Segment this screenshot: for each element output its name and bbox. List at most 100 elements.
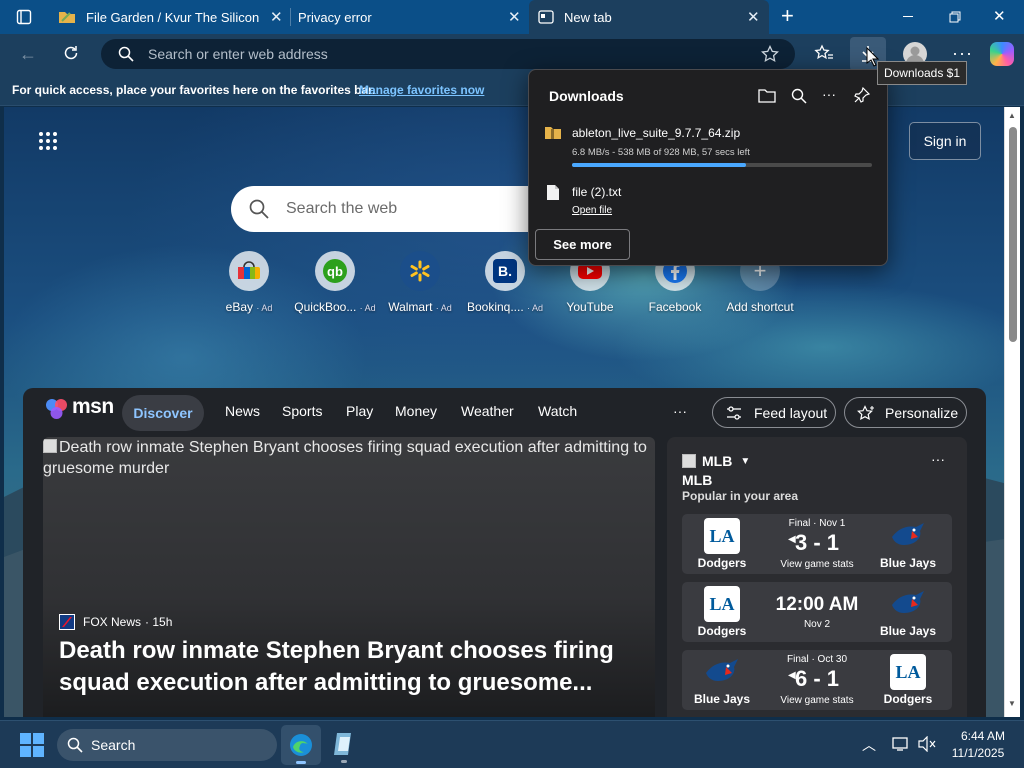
zip-folder-icon [544,125,562,141]
close-icon[interactable]: ✕ [270,8,283,26]
sign-in-button[interactable]: Sign in [909,122,981,160]
page-scrollbar[interactable]: ▲ ▼ [1004,107,1020,717]
nav-watch[interactable]: Watch [538,403,577,419]
downloads-flyout: Downloads ··· ableton_live_suite_9.7.7_6… [528,69,888,266]
nav-news[interactable]: News [225,403,260,419]
search-icon[interactable] [791,88,807,104]
article-image-alt-text: Death row inmate Stephen Bryant chooses … [43,439,647,477]
tab-privacy-error[interactable]: Privacy error ✕ [290,0,528,34]
network-icon[interactable] [892,736,910,752]
right-team: Blue Jays [879,624,937,638]
download-item[interactable]: ableton_live_suite_9.7.7_64.zip 6.8 MB/s… [529,120,887,170]
more-options-icon[interactable]: ··· [931,451,945,467]
manage-favorites-link[interactable]: Manage favorites now [359,83,484,97]
mlb-subtitle: MLB [682,472,713,488]
nav-play[interactable]: Play [346,403,373,419]
tab-actions-icon[interactable] [16,9,32,25]
folder-icon [58,9,76,25]
shortcut-label: YouTube [566,300,614,314]
feed-layout-button[interactable]: Feed layout [712,397,836,428]
mlb-caption: Popular in your area [682,489,799,503]
volume-muted-icon[interactable] [918,736,936,752]
new-tab-button[interactable]: + [781,5,794,27]
tab-title: New tab [564,9,612,25]
nav-money[interactable]: Money [395,403,437,419]
article-source: FOX News [83,615,142,629]
tab-new-tab[interactable]: New tab ✕ [529,0,769,34]
favorites-icon[interactable] [814,44,834,62]
windows-start-icon[interactable] [20,733,44,757]
shortcut-label: QuickBoo... [294,300,357,314]
mlb-title[interactable]: MLB [702,453,732,469]
open-file-link[interactable]: Open file [572,205,612,216]
close-window-button[interactable]: ✕ [993,7,1006,25]
refresh-icon[interactable] [62,44,80,62]
scroll-up-arrow-icon[interactable]: ▲ [1008,111,1016,120]
shortcut-quickbooks[interactable]: qb QuickBoo... · Ad [290,251,380,314]
game-card[interactable]: LA Dodgers 12:00 AM Nov 2 Blue Jays [682,582,952,642]
mlb-header: MLB ▼ [682,453,750,469]
address-input[interactable] [148,39,708,69]
msn-logo-icon[interactable] [44,396,70,422]
mlb-scores-card: MLB ▼ ··· MLB Popular in your area LA Do… [667,437,967,717]
address-bar[interactable] [101,39,795,69]
clock-time[interactable]: 6:44 AM [958,729,1008,743]
back-arrow-icon[interactable]: ← [19,44,37,65]
scroll-down-arrow-icon[interactable]: ▼ [1008,699,1016,708]
download-item[interactable]: file (2).txt Open file [529,180,887,220]
copilot-icon[interactable] [990,42,1014,66]
chevron-up-icon[interactable]: ︿ [862,735,876,755]
close-icon[interactable]: ✕ [508,8,521,26]
more-options-icon[interactable]: ··· [822,86,836,102]
tab-file-garden[interactable]: File Garden / Kvur The Silicon ✕ [50,0,290,34]
restore-button[interactable] [949,11,961,23]
edge-taskbar-icon[interactable] [281,725,321,765]
feed-layout-label: Feed layout [754,404,828,421]
nav-discover[interactable]: Discover [122,395,204,431]
text-file-icon [546,184,560,201]
personalize-button[interactable]: Personalize [844,397,967,428]
folder-icon[interactable] [758,88,776,104]
web-search-placeholder: Search the web [286,200,398,217]
article-headline[interactable]: Death row inmate Stephen Bryant chooses … [59,635,629,699]
favorite-star-icon[interactable] [761,45,779,63]
app-taskbar-icon[interactable] [332,731,356,763]
clock-date[interactable]: 11/1/2025 [946,746,1010,760]
sparkle-star-icon [857,404,875,421]
pin-icon[interactable] [854,87,870,103]
see-more-button[interactable]: See more [535,229,630,260]
shortcut-label: eBay [225,300,253,314]
favorites-bar-message: For quick access, place your favorites h… [12,83,376,97]
msn-brand: msn [72,395,114,418]
tab-title: Privacy error [298,9,372,25]
shortcut-label: Walmart [388,300,433,314]
shortcut-walmart[interactable]: Walmart · Ad [375,251,465,314]
taskbar-search-box[interactable]: Search [57,729,277,761]
shortcut-ebay[interactable]: eBay · Ad [204,251,294,314]
taskbar-search-label: Search [91,737,136,753]
game-card[interactable]: Blue Jays Final · Oct 30 ◀ 6 - 1 View ga… [682,650,952,710]
personalize-label: Personalize [885,404,959,421]
nav-more[interactable]: ··· [673,403,687,419]
apps-launcher-icon[interactable] [38,131,58,151]
nav-sports[interactable]: Sports [282,403,322,419]
close-icon[interactable]: ✕ [747,8,760,26]
game-card[interactable]: LA Dodgers Final · Nov 1 ◀ 3 - 1 View ga… [682,514,952,574]
minimize-button[interactable] [903,16,913,17]
download-filename: file (2).txt [572,185,622,199]
downloads-tooltip: Downloads $1 [877,61,967,85]
article-source-row: FOX News · 15h [59,614,172,630]
search-icon [67,737,83,753]
chevron-down-icon[interactable]: ▼ [740,456,750,467]
shortcut-label: Add shortcut [726,300,794,314]
download-filename: ableton_live_suite_9.7.7_64.zip [572,126,741,140]
browser-toolbar: ← ··· [0,34,1024,74]
nav-weather[interactable]: Weather [461,403,514,419]
scrollbar-thumb[interactable] [1009,127,1017,342]
nav-label: Discover [133,405,193,421]
lead-article-card[interactable]: Death row inmate Stephen Bryant chooses … [43,437,655,717]
download-progress-bar [572,163,872,167]
tooltip-text: Downloads $1 [883,66,961,80]
broken-image-icon [682,454,696,468]
shortcut-label: Facebook [648,300,702,314]
